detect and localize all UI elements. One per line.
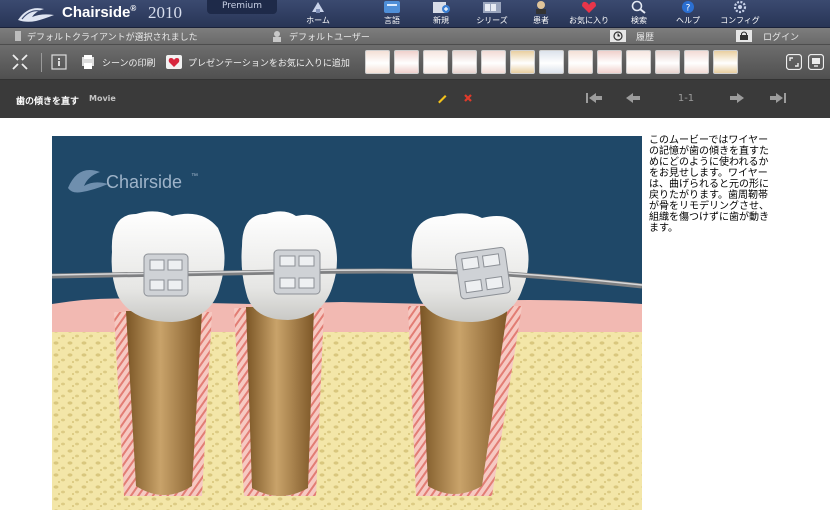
media-type-label: Movie [89, 94, 116, 103]
bracket-1 [143, 253, 189, 297]
scene-thumbnail[interactable] [510, 50, 535, 74]
search-icon [631, 0, 646, 14]
root-2 [246, 307, 314, 496]
chairside-logo-icon [18, 8, 54, 22]
watermark-tm: ™ [191, 173, 198, 180]
print-icon[interactable] [80, 54, 96, 70]
nav-favorites-button[interactable]: お気に入り [563, 0, 615, 28]
next-page-icon[interactable] [729, 92, 745, 104]
history-icon[interactable] [610, 30, 626, 42]
nav-patient-button[interactable]: 患者 [515, 0, 567, 28]
client-status-text: デフォルトクライアントが選択されました [27, 33, 198, 43]
scene-thumbnail[interactable] [539, 50, 564, 74]
print-scene-button[interactable]: シーンの印刷 [102, 56, 156, 69]
scene-thumbnail[interactable] [394, 50, 419, 74]
scene-toolbar: シーンの印刷 プレゼンテーションをお気に入りに追加 [0, 45, 830, 80]
bracket-2 [273, 249, 321, 295]
series-icon [483, 2, 501, 13]
scene-thumbnail[interactable] [365, 50, 390, 74]
pencil-icon[interactable] [436, 92, 448, 104]
delete-icon[interactable] [462, 92, 474, 104]
nav-config-button[interactable]: コンフィグ [714, 0, 766, 28]
top-nav-bar: Chairside® 2010 Premium ホーム 言語 新規 シリーズ 患… [0, 0, 830, 28]
movie-title: 歯の傾きを直す [16, 97, 80, 107]
status-bar: デフォルトクライアントが選択されました デフォルトユーザー 履歴 ログイン [0, 28, 830, 45]
home-icon [312, 2, 324, 13]
heart-icon[interactable] [166, 54, 182, 70]
help-icon: ? [682, 1, 694, 14]
page-indicator: 1-1 [677, 93, 695, 104]
scene-thumbnail[interactable] [481, 50, 506, 74]
nav-new-button[interactable]: 新規 [415, 0, 467, 28]
add-favorite-button[interactable]: プレゼンテーションをお気に入りに追加 [188, 56, 350, 69]
scene-thumbnail[interactable] [626, 50, 651, 74]
movie-description: このムービーではワイヤーの記憶が歯の傾きを直すためにどのように使われるかをお見せ… [649, 135, 769, 234]
current-user-text[interactable]: デフォルトユーザー [289, 30, 370, 43]
fullscreen-icon[interactable] [786, 54, 802, 70]
bracket-3 [454, 246, 511, 300]
scene-thumbnail[interactable] [597, 50, 622, 74]
user-icon [273, 31, 281, 42]
scene-thumbnail[interactable] [452, 50, 477, 74]
toolbar-divider [41, 53, 42, 72]
movie-title-bar: 歯の傾きを直す Movie 1-1 [0, 80, 830, 118]
info-icon[interactable] [51, 54, 67, 70]
language-icon [384, 1, 400, 13]
scene-thumbnail[interactable] [684, 50, 709, 74]
nav-home-button[interactable]: ホーム [292, 0, 344, 28]
previous-page-icon[interactable] [625, 92, 641, 104]
root-1 [126, 311, 202, 495]
scene-thumbnail[interactable] [568, 50, 593, 74]
brand-year: 2010 [148, 3, 182, 22]
login-link[interactable]: ログイン [763, 30, 799, 43]
grid-view-icon[interactable] [12, 54, 28, 70]
client-icon [15, 31, 21, 41]
new-icon [433, 2, 450, 13]
first-page-icon[interactable] [585, 92, 603, 104]
watermark-text: Chairside [106, 172, 182, 192]
history-link[interactable]: 履歴 [636, 30, 654, 43]
scene-thumbnail[interactable] [713, 50, 738, 74]
nav-language-button[interactable]: 言語 [366, 0, 418, 28]
last-page-icon[interactable] [769, 92, 787, 104]
favorites-icon [582, 1, 596, 14]
edition-badge: Premium [207, 0, 277, 14]
brand-name: Chairside® [62, 4, 137, 21]
scene-thumbnail[interactable] [655, 50, 680, 74]
app-window: Chairside® 2010 Premium ホーム 言語 新規 シリーズ 患… [0, 0, 830, 510]
nav-search-button[interactable]: 検索 [613, 0, 665, 28]
orthodontic-movie-frame[interactable]: Chairside ™ [52, 136, 642, 510]
nav-help-button[interactable]: ? ヘルプ [662, 0, 714, 28]
nav-series-button[interactable]: シリーズ [466, 0, 518, 28]
svg-text:?: ? [686, 4, 691, 14]
patient-icon [536, 1, 546, 14]
scene-thumbnail[interactable] [423, 50, 448, 74]
logo: Chairside® 2010 [4, 0, 209, 28]
config-icon [733, 0, 747, 14]
lock-icon[interactable] [736, 30, 752, 42]
presentation-icon[interactable] [808, 54, 824, 70]
